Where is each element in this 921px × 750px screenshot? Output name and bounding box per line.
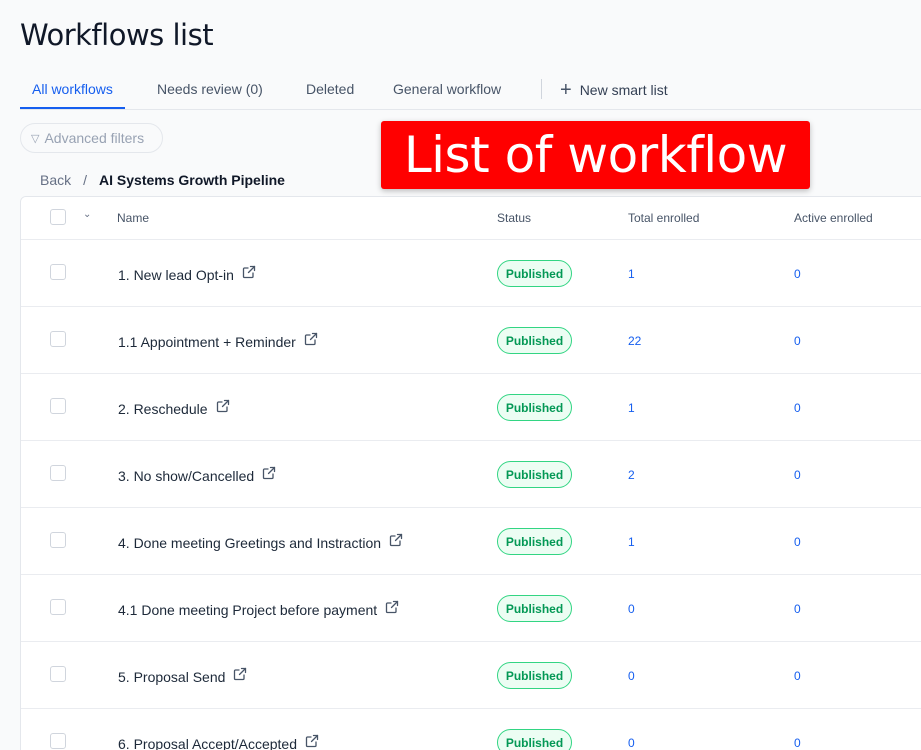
advanced-filters-button[interactable]: ▽ Advanced filters xyxy=(20,123,163,153)
row-checkbox[interactable] xyxy=(50,264,66,280)
plus-icon: + xyxy=(560,78,572,101)
total-enrolled-value[interactable]: 0 xyxy=(628,669,635,683)
row-checkbox[interactable] xyxy=(50,666,66,682)
status-badge: Published xyxy=(497,595,572,622)
active-enrolled-value[interactable]: 0 xyxy=(794,669,801,683)
status-badge: Published xyxy=(497,327,572,354)
external-link-icon[interactable] xyxy=(242,265,256,279)
workflow-name-text[interactable]: 1. New lead Opt-in xyxy=(118,267,234,283)
total-enrolled-value[interactable]: 1 xyxy=(628,535,635,549)
table-row[interactable]: 6. Proposal Accept/Accepted Published 0 0 xyxy=(21,709,921,750)
column-header-name[interactable]: Name xyxy=(117,211,149,225)
workflow-name[interactable]: 1.1 Appointment + Reminder xyxy=(118,332,318,350)
total-enrolled-value[interactable]: 1 xyxy=(628,401,635,415)
total-enrolled-value[interactable]: 22 xyxy=(628,334,641,348)
advanced-filters-label: Advanced filters xyxy=(44,130,145,146)
new-smart-list-label: New smart list xyxy=(579,81,668,98)
row-checkbox[interactable] xyxy=(50,733,66,749)
status-badge: Published xyxy=(497,662,572,689)
column-header-total-enrolled[interactable]: Total enrolled xyxy=(628,211,699,225)
annotation-callout: List of workflow xyxy=(381,121,810,189)
row-checkbox[interactable] xyxy=(50,599,66,615)
table-header: ⌄ Name Status Total enrolled Active enro… xyxy=(21,197,921,240)
tab-general-workflow[interactable]: General workflow xyxy=(393,70,501,109)
external-link-icon[interactable] xyxy=(305,734,319,748)
row-checkbox[interactable] xyxy=(50,398,66,414)
active-enrolled-value[interactable]: 0 xyxy=(794,736,801,750)
table-row[interactable]: 1. New lead Opt-in Published 1 0 xyxy=(21,240,921,307)
row-checkbox[interactable] xyxy=(50,465,66,481)
workflow-name[interactable]: 4.1 Done meeting Project before payment xyxy=(118,600,399,618)
status-badge: Published xyxy=(497,729,572,750)
table-row[interactable]: 5. Proposal Send Published 0 0 xyxy=(21,642,921,709)
breadcrumb-separator: / xyxy=(83,172,88,188)
workflows-table: ⌄ Name Status Total enrolled Active enro… xyxy=(20,196,921,750)
status-badge: Published xyxy=(497,394,572,421)
active-enrolled-value[interactable]: 0 xyxy=(794,267,801,281)
total-enrolled-value[interactable]: 1 xyxy=(628,267,635,281)
active-enrolled-value[interactable]: 0 xyxy=(794,535,801,549)
column-header-active-enrolled[interactable]: Active enrolled xyxy=(794,211,873,225)
total-enrolled-value[interactable]: 2 xyxy=(628,468,635,482)
workflow-name-text[interactable]: 1.1 Appointment + Reminder xyxy=(118,334,296,350)
external-link-icon[interactable] xyxy=(304,332,318,346)
workflow-name[interactable]: 4. Done meeting Greetings and Instractio… xyxy=(118,533,403,551)
workflow-name[interactable]: 2. Reschedule xyxy=(118,399,230,417)
table-row[interactable]: 4.1 Done meeting Project before payment P… xyxy=(21,575,921,642)
total-enrolled-value[interactable]: 0 xyxy=(628,602,635,616)
breadcrumb: Back / AI Systems Growth Pipeline xyxy=(40,172,285,188)
workflow-name-text[interactable]: 4.1 Done meeting Project before payment xyxy=(118,602,377,618)
workflow-name-text[interactable]: 3. No show/Cancelled xyxy=(118,468,254,484)
table-row[interactable]: 2. Reschedule Published 1 0 xyxy=(21,374,921,441)
row-checkbox[interactable] xyxy=(50,331,66,347)
external-link-icon[interactable] xyxy=(216,399,230,413)
active-enrolled-value[interactable]: 0 xyxy=(794,468,801,482)
page-title: Workflows list xyxy=(20,18,214,52)
external-link-icon[interactable] xyxy=(389,533,403,547)
workflow-name-text[interactable]: 2. Reschedule xyxy=(118,401,208,417)
chevron-down-icon[interactable]: ⌄ xyxy=(83,209,91,220)
tab-divider xyxy=(541,79,542,99)
active-enrolled-value[interactable]: 0 xyxy=(794,602,801,616)
status-badge: Published xyxy=(497,461,572,488)
status-badge: Published xyxy=(497,260,572,287)
active-enrolled-value[interactable]: 0 xyxy=(794,334,801,348)
active-enrolled-value[interactable]: 0 xyxy=(794,401,801,415)
external-link-icon[interactable] xyxy=(233,667,247,681)
column-header-status[interactable]: Status xyxy=(497,211,531,225)
tab-all-workflows[interactable]: All workflows xyxy=(20,70,125,109)
tab-deleted[interactable]: Deleted xyxy=(306,70,354,109)
tab-bar: All workflows Needs review (0) Deleted G… xyxy=(20,70,921,110)
tab-needs-review[interactable]: Needs review (0) xyxy=(157,70,263,109)
breadcrumb-back-link[interactable]: Back xyxy=(40,172,71,188)
workflow-name-text[interactable]: 4. Done meeting Greetings and Instractio… xyxy=(118,535,381,551)
status-badge: Published xyxy=(497,528,572,555)
external-link-icon[interactable] xyxy=(262,466,276,480)
row-checkbox[interactable] xyxy=(50,532,66,548)
total-enrolled-value[interactable]: 0 xyxy=(628,736,635,750)
workflow-name[interactable]: 1. New lead Opt-in xyxy=(118,265,256,283)
table-row[interactable]: 4. Done meeting Greetings and Instractio… xyxy=(21,508,921,575)
workflow-name-text[interactable]: 6. Proposal Accept/Accepted xyxy=(118,736,297,750)
workflow-name[interactable]: 5. Proposal Send xyxy=(118,667,247,685)
workflow-name[interactable]: 6. Proposal Accept/Accepted xyxy=(118,734,319,750)
workflow-name-text[interactable]: 5. Proposal Send xyxy=(118,669,225,685)
external-link-icon[interactable] xyxy=(385,600,399,614)
filter-icon: ▽ xyxy=(31,132,40,145)
table-row[interactable]: 1.1 Appointment + Reminder Published 22 0 xyxy=(21,307,921,374)
table-row[interactable]: 3. No show/Cancelled Published 2 0 xyxy=(21,441,921,508)
breadcrumb-current: AI Systems Growth Pipeline xyxy=(99,172,285,188)
new-smart-list-button[interactable]: + New smart list xyxy=(560,70,668,109)
select-all-checkbox[interactable] xyxy=(50,209,66,225)
workflow-name[interactable]: 3. No show/Cancelled xyxy=(118,466,276,484)
